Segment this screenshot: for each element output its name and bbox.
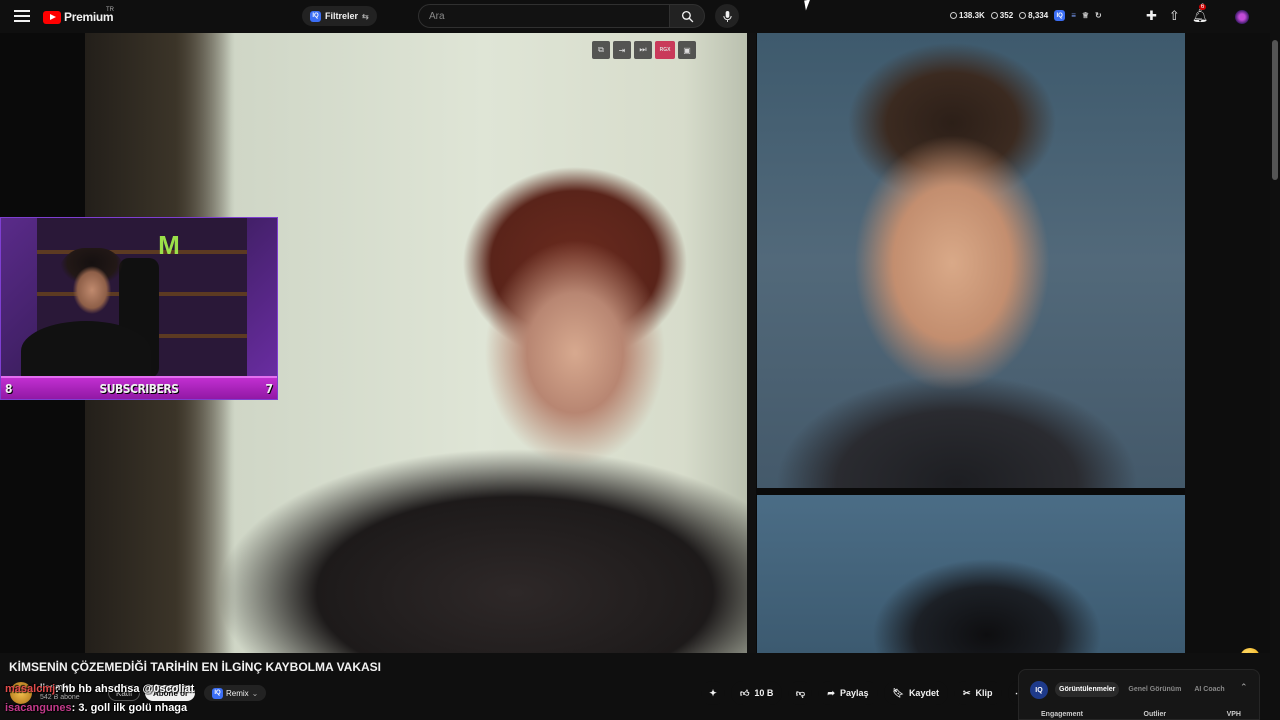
chevron-up-icon[interactable]: ⌃ bbox=[1240, 682, 1248, 693]
video-title: KİMSENİN ÇÖZEMEDİĞİ TARİHİN EN İLGİNÇ KA… bbox=[9, 660, 382, 674]
video-frame-right-portrait bbox=[757, 33, 1185, 488]
header-actions: ✚ ⇧ 🔔︎ 6 bbox=[1146, 4, 1209, 24]
goal-label: SUBSCRIBERS bbox=[99, 382, 180, 396]
below-video: KİMSENİN ÇÖZEMEDİĞİ TARİHİN EN İLGİNÇ KA… bbox=[0, 653, 1280, 720]
goal-current: 8 bbox=[5, 382, 13, 396]
top-bar: Premium TR IQ Filtreler ⇆ Ara 138.3K 352… bbox=[0, 0, 1280, 33]
thumbs-up-icon: 👍︎ bbox=[740, 687, 750, 698]
iq-icon: IQ bbox=[1030, 681, 1048, 699]
scissors-icon: ✂ bbox=[962, 687, 971, 698]
channel-stats: 138.3K 352 8,334 IQ ≡ ♕ ↻ bbox=[950, 10, 1102, 21]
ai-sparkle-button[interactable]: ✦ bbox=[701, 681, 725, 705]
youtube-play-icon bbox=[43, 10, 61, 24]
chevron-down-icon: ⌄ bbox=[251, 688, 259, 698]
analytics-panel: IQ Görüntülenmeler Genel Görünüm AI Coac… bbox=[1018, 669, 1260, 720]
microphone-icon bbox=[722, 10, 732, 22]
column-engagement: Engagement bbox=[1041, 711, 1084, 718]
chat-message: masalcmj: hb hb ahsdhsa @0scoliat bbox=[5, 683, 194, 695]
column-vph: VPH bbox=[1226, 711, 1241, 718]
chat-text: : hb hb ahsdhsa @0scoliat bbox=[55, 683, 195, 695]
column-outlier: Outlier bbox=[1143, 711, 1167, 718]
notification-count: 6 bbox=[1198, 4, 1207, 10]
upload-icon[interactable]: ⇧ bbox=[1169, 8, 1180, 24]
video-letterbox bbox=[1185, 33, 1270, 653]
rgx-button[interactable]: RGX bbox=[655, 41, 675, 59]
save-button[interactable]: 🔖︎ Kaydet bbox=[883, 681, 948, 705]
skip-icon[interactable]: ⏭ bbox=[634, 41, 652, 59]
filter-button[interactable]: IQ Filtreler ⇆ bbox=[302, 6, 377, 26]
chat-text: : 3. goll ilk golü nhaga bbox=[71, 702, 188, 714]
filter-label: Filtreler bbox=[325, 11, 359, 21]
iq-icon[interactable]: IQ bbox=[1054, 10, 1066, 21]
dislike-button[interactable]: 👎︎ bbox=[788, 681, 813, 705]
logo-region: TR bbox=[106, 7, 114, 13]
trophy-icon[interactable]: ♕ bbox=[1082, 11, 1089, 20]
share-icon: ➦ bbox=[827, 687, 835, 698]
search-input[interactable]: Ara bbox=[418, 4, 670, 28]
thumbs-down-icon: 👎︎ bbox=[795, 687, 805, 698]
menu-icon[interactable] bbox=[14, 10, 30, 22]
eye-icon bbox=[1019, 12, 1027, 19]
share-button[interactable]: ➦ Paylaş bbox=[818, 681, 878, 705]
search-placeholder: Ara bbox=[429, 10, 445, 22]
webcam-streamer-body bbox=[21, 321, 151, 381]
channel-subscriber-count: 542 B abone bbox=[40, 694, 80, 701]
miniplayer-icon[interactable]: ▣ bbox=[678, 41, 696, 59]
create-icon[interactable]: ✚ bbox=[1146, 8, 1157, 24]
search-button[interactable] bbox=[669, 4, 705, 28]
goal-target: 7 bbox=[265, 382, 273, 396]
bookmark-icon: 🔖︎ bbox=[892, 687, 904, 698]
like-button[interactable]: 👍︎ 10 B bbox=[731, 681, 783, 705]
refresh-icon[interactable]: ↻ bbox=[1095, 11, 1102, 20]
search-icon bbox=[681, 10, 693, 22]
sliders-icon: ⇆ bbox=[362, 11, 369, 21]
scrollbar-thumb[interactable] bbox=[1272, 40, 1278, 180]
video-actions: ✦ 👍︎10 B 👎︎ ➦Paylaş 🔖︎Kaydet ✂Klip ⋯ bbox=[701, 681, 1032, 705]
clock-icon bbox=[950, 12, 957, 19]
list-icon[interactable]: ≡ bbox=[1071, 11, 1076, 20]
chat-message: isacangunes: 3. goll ilk golü nhaga bbox=[5, 702, 187, 714]
clip-button[interactable]: ✂ Klip bbox=[953, 681, 1002, 705]
copy-icon[interactable]: ⧉ bbox=[592, 41, 610, 59]
sparkle-icon: ✦ bbox=[709, 687, 717, 698]
account-avatar[interactable] bbox=[1235, 10, 1249, 24]
youtube-logo[interactable]: Premium TR bbox=[43, 7, 114, 25]
stat-views: 138.3K bbox=[950, 11, 985, 20]
video-overlay-controls: ⧉ ⇥ ⏭ RGX ▣ bbox=[592, 41, 696, 59]
eye-icon bbox=[990, 12, 998, 19]
stat-live: 352 bbox=[990, 11, 1013, 20]
chat-username: isacangunes bbox=[5, 702, 72, 714]
streamer-webcam: M 8 SUBSCRIBERS 7 bbox=[0, 217, 278, 400]
monster-logo-icon: M bbox=[158, 230, 180, 260]
stat-subs: 8,334 bbox=[1019, 11, 1048, 20]
webcam-streamer bbox=[57, 248, 127, 326]
frame-divider bbox=[747, 33, 756, 653]
analytics-columns: Engagement Outlier VPH bbox=[1041, 711, 1241, 718]
remix-button[interactable]: IQ Remix ⌄ bbox=[204, 685, 267, 701]
analytics-tabs: Görüntülenmeler Genel Görünüm AI Coach bbox=[1055, 682, 1229, 697]
video-frame-right-lower bbox=[757, 495, 1185, 653]
tab-views[interactable]: Görüntülenmeler bbox=[1055, 682, 1120, 697]
subscriber-goal-bar: 8 SUBSCRIBERS 7 bbox=[1, 376, 277, 399]
tab-overview[interactable]: Genel Görünüm bbox=[1124, 682, 1185, 697]
chat-username: masalcmj bbox=[5, 683, 56, 695]
voice-search-button[interactable] bbox=[715, 4, 739, 28]
iq-icon: IQ bbox=[310, 10, 321, 22]
iq-icon: IQ bbox=[212, 687, 223, 699]
bell-icon: 🔔︎ bbox=[1191, 8, 1209, 23]
tab-ai-coach[interactable]: AI Coach bbox=[1190, 682, 1228, 697]
enter-icon[interactable]: ⇥ bbox=[613, 41, 631, 59]
notifications-button[interactable]: 🔔︎ 6 bbox=[1191, 4, 1209, 24]
